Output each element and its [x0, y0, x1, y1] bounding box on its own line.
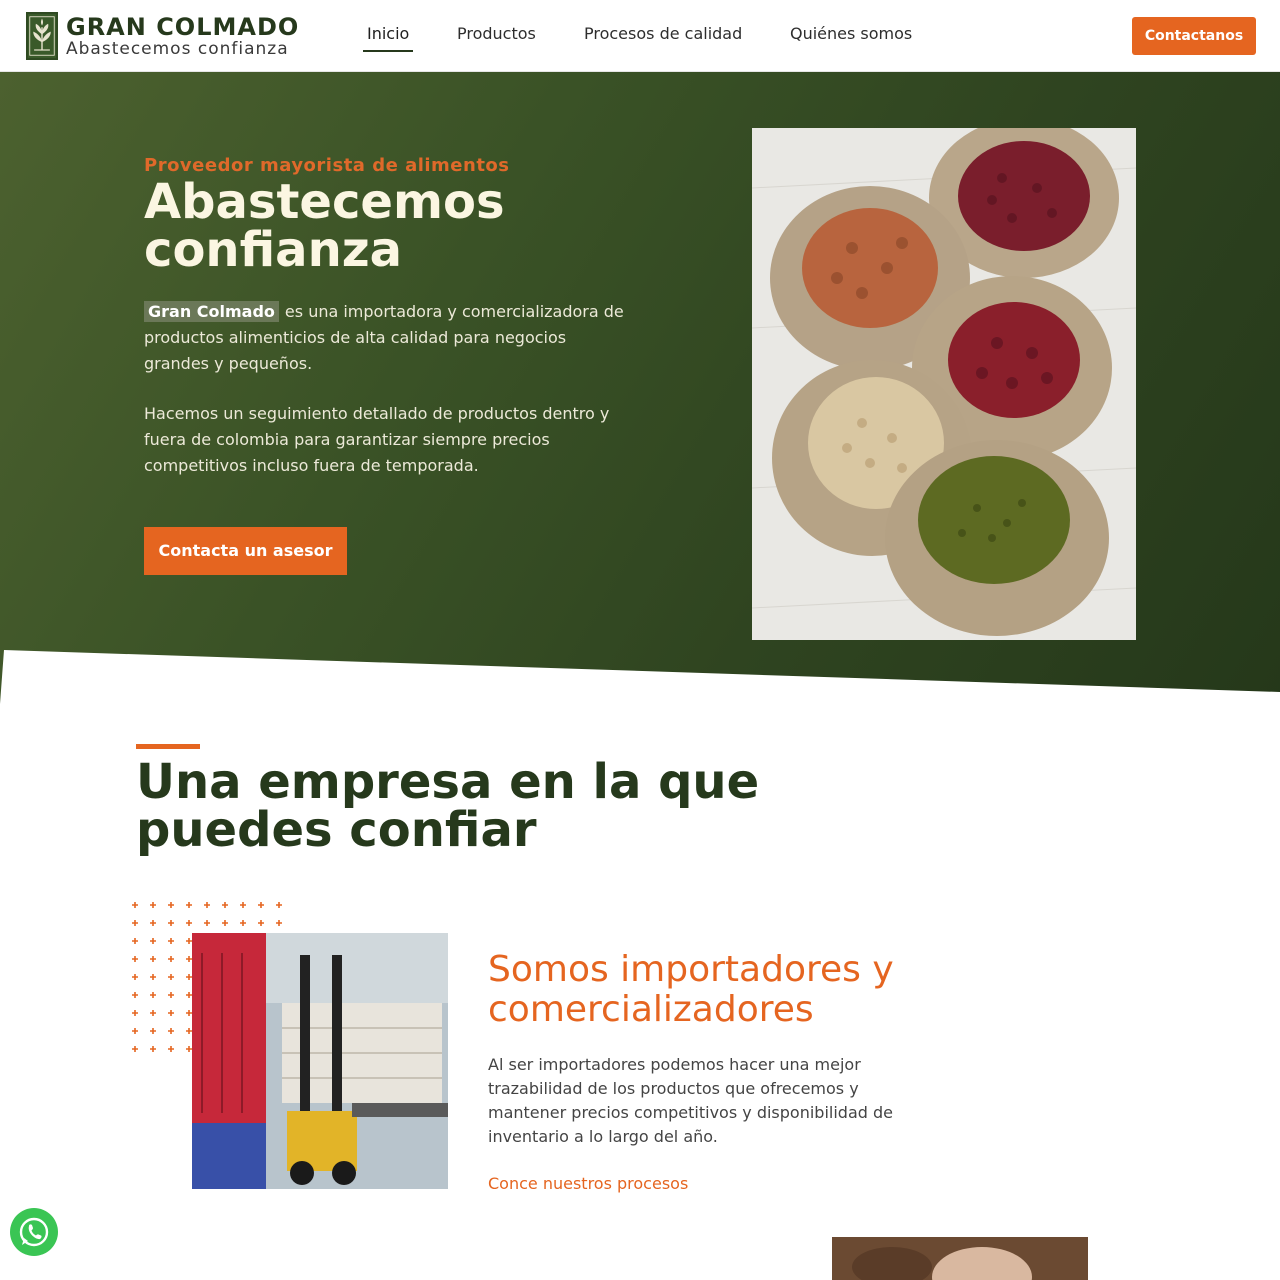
- hero-title: Abastecemos confianza: [144, 174, 505, 278]
- hand-seeds-photo: [832, 1237, 1088, 1280]
- import-forklift-photo: [192, 933, 448, 1189]
- beans-sacks-photo: [752, 128, 1136, 640]
- whatsapp-icon: [19, 1217, 49, 1247]
- nav-inicio[interactable]: Inicio: [367, 24, 409, 43]
- leaf-logo-icon: [26, 12, 58, 60]
- brand-highlight: Gran Colmado: [144, 301, 279, 322]
- contact-advisor-button[interactable]: Contacta un asesor: [144, 527, 347, 575]
- site-header: GRAN COLMADO Abastecemos confianza Inici…: [0, 0, 1280, 72]
- nav-active-indicator: [363, 50, 413, 52]
- feature-description: Al ser importadores podemos hacer una me…: [488, 1055, 893, 1146]
- nav-productos[interactable]: Productos: [457, 24, 536, 43]
- brand-name: GRAN COLMADO: [66, 13, 300, 41]
- section-accent-bar: [136, 744, 200, 749]
- nav-quienes-somos[interactable]: Quiénes somos: [790, 24, 912, 43]
- hero-paragraph-2: Hacemos un seguimiento detallado de prod…: [144, 404, 610, 475]
- whatsapp-button[interactable]: [10, 1208, 58, 1256]
- nav-procesos-de-calidad[interactable]: Procesos de calidad: [584, 24, 742, 43]
- processes-link[interactable]: Conce nuestros procesos: [488, 1174, 688, 1193]
- brand-logo[interactable]: GRAN COLMADO Abastecemos confianza: [26, 12, 300, 62]
- section-title: Una empresa en la que puedes confiar: [136, 754, 760, 858]
- hero-paragraph-1: Gran Colmado es una importadora y comerci…: [144, 299, 624, 377]
- hero-eyebrow: Proveedor mayorista de alimentos: [144, 155, 510, 176]
- brand-tagline: Abastecemos confianza: [66, 39, 289, 59]
- feature-title: Somos importadores y comercializadores: [488, 949, 894, 1030]
- contact-button[interactable]: Contactanos: [1132, 17, 1256, 55]
